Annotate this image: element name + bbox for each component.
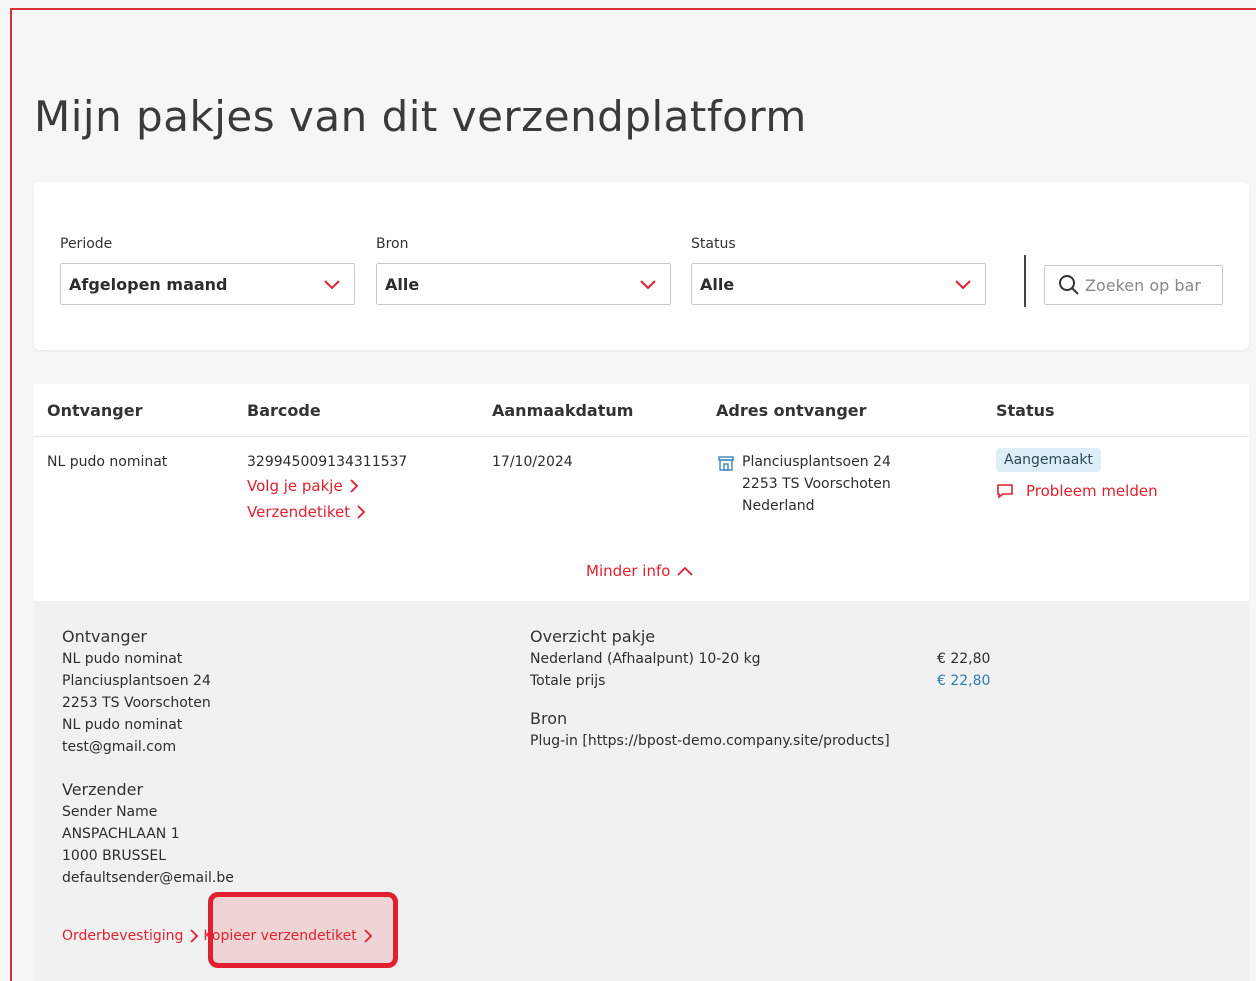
less-info-label: Minder info: [586, 562, 671, 580]
track-parcel-label: Volg je pakje: [247, 477, 343, 495]
details-actions: Orderbevestiging Kopieer verzendetiket: [62, 923, 373, 949]
recipient-line: 2253 TS Voorschoten: [62, 695, 211, 711]
overview-details: Overzicht pakje Nederland (Afhaalpunt) 1…: [530, 626, 1030, 752]
overview-title: Overzicht pakje: [530, 627, 656, 646]
overview-total-label: Totale prijs: [530, 673, 606, 689]
row-created: 17/10/2024: [492, 454, 573, 470]
address-street: Planciusplantsoen 24: [742, 454, 891, 470]
sender-line: 1000 BRUSSEL: [62, 848, 167, 864]
message-icon: [997, 484, 1013, 499]
sender-line: Sender Name: [62, 804, 158, 820]
report-problem-label: Probleem melden: [1026, 482, 1158, 500]
col-address: Adres ontvanger: [716, 401, 867, 420]
recipient-line: test@gmail.com: [62, 739, 177, 755]
search-placeholder: Zoeken op bar: [1085, 275, 1201, 295]
address-city: 2253 TS Voorschoten: [742, 476, 891, 492]
chevron-down-icon: [324, 280, 340, 290]
pickup-point-icon: [718, 456, 734, 471]
recipient-details-title: Ontvanger: [62, 627, 147, 646]
source-label: Bron: [376, 236, 409, 252]
less-info-toggle[interactable]: Minder info: [586, 562, 694, 580]
filter-divider: [1024, 255, 1026, 307]
table-header: Ontvanger Barcode Aanmaakdatum Adres ont…: [34, 384, 1249, 437]
overview-total-row: Totale prijs € 22,80: [530, 670, 1030, 692]
sender-line: defaultsender@email.be: [62, 870, 234, 886]
period-select[interactable]: Afgelopen maand: [60, 263, 355, 305]
overview-item-label: Nederland (Afhaalpunt) 10-20 kg: [530, 651, 761, 667]
copy-shipping-label-label: Kopieer verzendetiket: [203, 928, 357, 944]
chevron-down-icon: [955, 280, 971, 290]
sender-details: Verzender Sender Name ANSPACHLAAN 1 1000…: [62, 779, 234, 889]
status-filter: Status Alle: [691, 237, 986, 305]
chevron-down-icon: [640, 280, 656, 290]
col-created: Aanmaakdatum: [492, 401, 634, 420]
source-title: Bron: [530, 709, 568, 728]
page-title: Mijn pakjes van dit verzendplatform: [34, 92, 807, 141]
search-input[interactable]: Zoeken op bar: [1044, 265, 1223, 305]
address-country: Nederland: [742, 498, 815, 514]
status-value: Alle: [700, 274, 735, 294]
recipient-line: NL pudo nominat: [62, 651, 183, 667]
overview-item-row: Nederland (Afhaalpunt) 10-20 kg € 22,80: [530, 648, 1030, 670]
recipient-line: NL pudo nominat: [62, 717, 183, 733]
source-select[interactable]: Alle: [376, 263, 671, 305]
recipient-details: Ontvanger NL pudo nominat Planciusplants…: [62, 626, 211, 758]
source-value: Plug-in [https://bpost-demo.company.site…: [530, 733, 890, 749]
parcel-table: Ontvanger Barcode Aanmaakdatum Adres ont…: [34, 384, 1249, 981]
overview-total-price: € 22,80: [937, 673, 991, 689]
col-barcode: Barcode: [247, 401, 321, 420]
period-label: Periode: [60, 236, 113, 252]
chevron-right-icon: [350, 479, 358, 493]
chevron-up-icon: [677, 566, 694, 576]
status-badge: Aangemaakt: [996, 448, 1101, 472]
row-address-cell: Planciusplantsoen 24 2253 TS Voorschoten…: [716, 451, 891, 517]
shipping-label-link[interactable]: Verzendetiket: [247, 499, 407, 525]
filter-card: Periode Afgelopen maand Bron Alle Status…: [34, 182, 1249, 350]
chevron-right-icon: [364, 929, 373, 943]
details-panel: Ontvanger NL pudo nominat Planciusplants…: [34, 601, 1249, 981]
track-parcel-link[interactable]: Volg je pakje: [247, 473, 407, 499]
chevron-right-icon: [190, 929, 199, 943]
chevron-right-icon: [357, 505, 366, 519]
address-lines: Planciusplantsoen 24 2253 TS Voorschoten…: [742, 451, 891, 517]
source-value: Alle: [385, 274, 420, 294]
order-confirmation-label: Orderbevestiging: [62, 928, 184, 944]
sender-line: ANSPACHLAAN 1: [62, 826, 180, 842]
status-label: Status: [691, 236, 736, 252]
col-recipient: Ontvanger: [47, 401, 143, 420]
search-icon: [1059, 275, 1079, 295]
order-confirmation-link[interactable]: Orderbevestiging: [62, 923, 199, 949]
row-barcode-cell: 329945009134311537 Volg je pakje Verzend…: [247, 451, 407, 525]
row-recipient: NL pudo nominat: [47, 454, 168, 470]
sender-details-title: Verzender: [62, 780, 144, 799]
recipient-line: Planciusplantsoen 24: [62, 673, 211, 689]
status-select[interactable]: Alle: [691, 263, 986, 305]
period-value: Afgelopen maand: [69, 274, 228, 294]
shipping-label-label: Verzendetiket: [247, 503, 351, 521]
copy-shipping-label-link[interactable]: Kopieer verzendetiket: [203, 923, 373, 949]
source-filter: Bron Alle: [376, 237, 671, 305]
row-status-cell: Aangemaakt Probleem melden: [996, 448, 1158, 504]
report-problem-link[interactable]: Probleem melden: [996, 478, 1158, 504]
col-status: Status: [996, 401, 1055, 420]
period-filter: Periode Afgelopen maand: [60, 237, 355, 305]
barcode-value: 329945009134311537: [247, 454, 408, 470]
overview-item-price: € 22,80: [937, 651, 991, 667]
